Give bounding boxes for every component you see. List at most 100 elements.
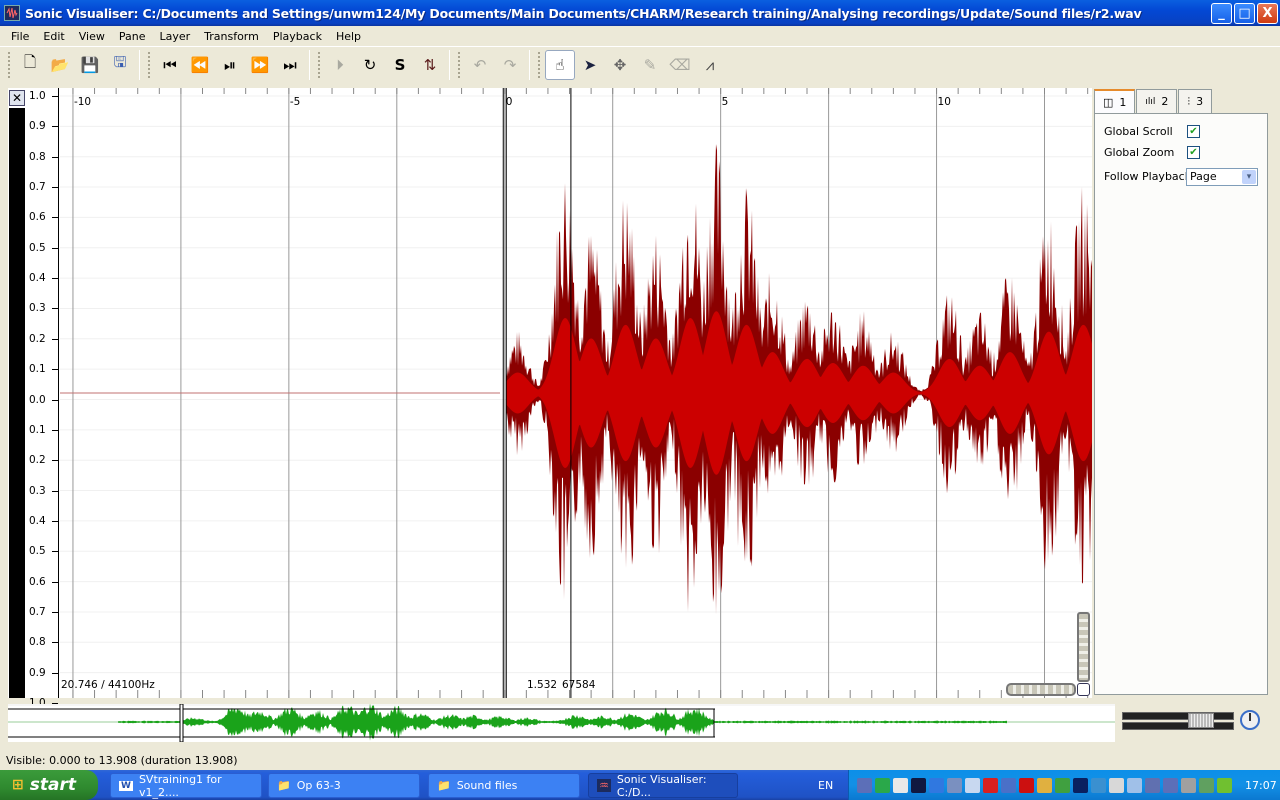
solo-button[interactable]: S: [385, 50, 415, 80]
align-button[interactable]: ⇅: [415, 50, 445, 80]
menu-view[interactable]: View: [72, 30, 112, 43]
nvidia-icon[interactable]: [1217, 777, 1232, 793]
cd-icon[interactable]: [965, 777, 980, 793]
y-axis-tick: [52, 217, 58, 219]
menu-edit[interactable]: Edit: [36, 30, 71, 43]
close-button[interactable]: X: [1257, 3, 1278, 24]
overview-waveform[interactable]: [8, 704, 1115, 742]
y-axis-label: 0.2: [29, 454, 46, 467]
tab-pane-1[interactable]: ◫ 1: [1094, 89, 1136, 113]
toolbar-grip[interactable]: [318, 51, 321, 78]
toolbar-grip[interactable]: [458, 51, 461, 78]
save-button[interactable]: 💾: [75, 50, 105, 80]
computer-icon[interactable]: [1001, 777, 1016, 793]
menu-transform[interactable]: Transform: [197, 30, 266, 43]
measure-tool-button[interactable]: ⩘: [695, 50, 725, 80]
draw-tool-icon: ✎: [643, 55, 657, 74]
taskbar-item-word[interactable]: W SVtraining1 for v1_2....: [110, 772, 262, 799]
maximize-button[interactable]: □: [1234, 3, 1255, 24]
vertical-zoom-wheel[interactable]: [1077, 612, 1090, 682]
database-icon[interactable]: [1127, 777, 1142, 793]
playback-gain-slider[interactable]: [1188, 713, 1214, 728]
taskbar-item-sonic-visualiser[interactable]: ♒ Sonic Visualiser: C:/D...: [588, 772, 738, 799]
network-disconnected-icon[interactable]: [1145, 777, 1160, 793]
play-pause-icon: ⏯: [223, 55, 236, 74]
tab-waveform-3[interactable]: ⫶ 3: [1178, 89, 1213, 113]
rewind-start-button[interactable]: ⏮: [155, 50, 185, 80]
close-pane-button[interactable]: ✕: [9, 90, 25, 106]
menu-bar: File Edit View Pane Layer Transform Play…: [0, 26, 1280, 46]
redo-button[interactable]: ↷: [495, 50, 525, 80]
y-axis-label: 0.3: [29, 484, 46, 497]
draw-tool-button[interactable]: ✎: [635, 50, 665, 80]
antivirus-x-icon[interactable]: [983, 777, 998, 793]
ffwd-end-button[interactable]: ⏭: [275, 50, 305, 80]
y-axis-tick: [52, 672, 58, 674]
menu-file[interactable]: File: [4, 30, 36, 43]
toolbar-grip[interactable]: [148, 51, 151, 78]
waveform-view[interactable]: -10 -5 0 5 10: [60, 88, 1092, 698]
start-button[interactable]: ⊞ start: [0, 770, 98, 800]
messenger-icon[interactable]: [893, 777, 908, 793]
satellite-icon[interactable]: [947, 777, 962, 793]
taskbar-item-folder-op63[interactable]: 📁 Op 63-3: [268, 773, 420, 798]
close-pane-icon: ✕: [11, 91, 23, 105]
horizontal-zoom-wheel[interactable]: [1006, 683, 1076, 696]
kaspersky-icon[interactable]: [1019, 777, 1034, 793]
erase-tool-button[interactable]: ⌫: [665, 50, 695, 80]
network2-icon[interactable]: [1163, 777, 1178, 793]
rewind-start-icon: ⏮: [163, 55, 177, 74]
volume-icon[interactable]: [1181, 777, 1196, 793]
usb-icon[interactable]: [1199, 777, 1214, 793]
check-icon: ✔: [1189, 126, 1198, 137]
play-pause-button[interactable]: ⏯: [215, 50, 245, 80]
follow-playback-select[interactable]: Page ▾: [1186, 168, 1258, 186]
sync-icon[interactable]: [1055, 777, 1070, 793]
global-scroll-checkbox[interactable]: ✔: [1187, 125, 1200, 138]
task-label: SVtraining1 for v1_2....: [138, 772, 222, 799]
network-icon[interactable]: [857, 777, 872, 793]
media-player-icon[interactable]: [929, 777, 944, 793]
menu-pane[interactable]: Pane: [112, 30, 153, 43]
undo-button[interactable]: ↶: [465, 50, 495, 80]
language-indicator[interactable]: EN: [818, 779, 833, 792]
global-zoom-label: Global Zoom: [1104, 146, 1175, 159]
fast-forward-button[interactable]: ⏩: [245, 50, 275, 80]
global-zoom-checkbox[interactable]: ✔: [1187, 146, 1200, 159]
help-icon[interactable]: [911, 777, 926, 793]
task-label: Sonic Visualiser: C:/D...: [616, 772, 707, 799]
title-bar: Sonic Visualiser: C:/Documents and Setti…: [0, 0, 1280, 26]
menu-help[interactable]: Help: [329, 30, 368, 43]
y-axis-label: 0.9: [29, 666, 46, 679]
select-tool-button[interactable]: ➤: [575, 50, 605, 80]
minimize-button[interactable]: _: [1211, 3, 1232, 24]
record-icon[interactable]: [1073, 777, 1088, 793]
rewind-button[interactable]: ⏪: [185, 50, 215, 80]
pane-selection-strip[interactable]: [9, 108, 25, 698]
toolbar-grip[interactable]: [538, 51, 541, 78]
new-file-button[interactable]: 🗋: [15, 50, 45, 80]
globe-icon[interactable]: [875, 777, 890, 793]
hands-icon[interactable]: [1037, 777, 1052, 793]
tab-ruler-2[interactable]: ılıl 2: [1136, 89, 1178, 113]
move-tool-button[interactable]: ✥: [605, 50, 635, 80]
maximize-icon: □: [1238, 6, 1251, 21]
toolbar-grip[interactable]: [8, 51, 11, 78]
y-axis-tick: [52, 399, 58, 401]
device-icon[interactable]: [1109, 777, 1124, 793]
y-axis-tick: [52, 520, 58, 522]
loop-button[interactable]: ↻: [355, 50, 385, 80]
menu-playback[interactable]: Playback: [266, 30, 329, 43]
taskbar-item-folder-sound[interactable]: 📁 Sound files: [428, 773, 580, 798]
y-axis-label: 0.0: [29, 393, 46, 406]
navigate-tool-button[interactable]: ☝: [545, 49, 575, 80]
open-file-button[interactable]: 📂: [45, 50, 75, 80]
menu-layer[interactable]: Layer: [152, 30, 197, 43]
zoom-reset-button[interactable]: [1077, 683, 1090, 696]
fullscreen-icon[interactable]: [1091, 777, 1106, 793]
navigate-tool-icon: ☝: [555, 55, 565, 74]
playback-speed-knob[interactable]: [1240, 710, 1260, 730]
play-selection-button[interactable]: ⏵: [325, 50, 355, 80]
right-level-meter: [1122, 722, 1234, 730]
save-as-button[interactable]: 🖫: [105, 50, 135, 80]
